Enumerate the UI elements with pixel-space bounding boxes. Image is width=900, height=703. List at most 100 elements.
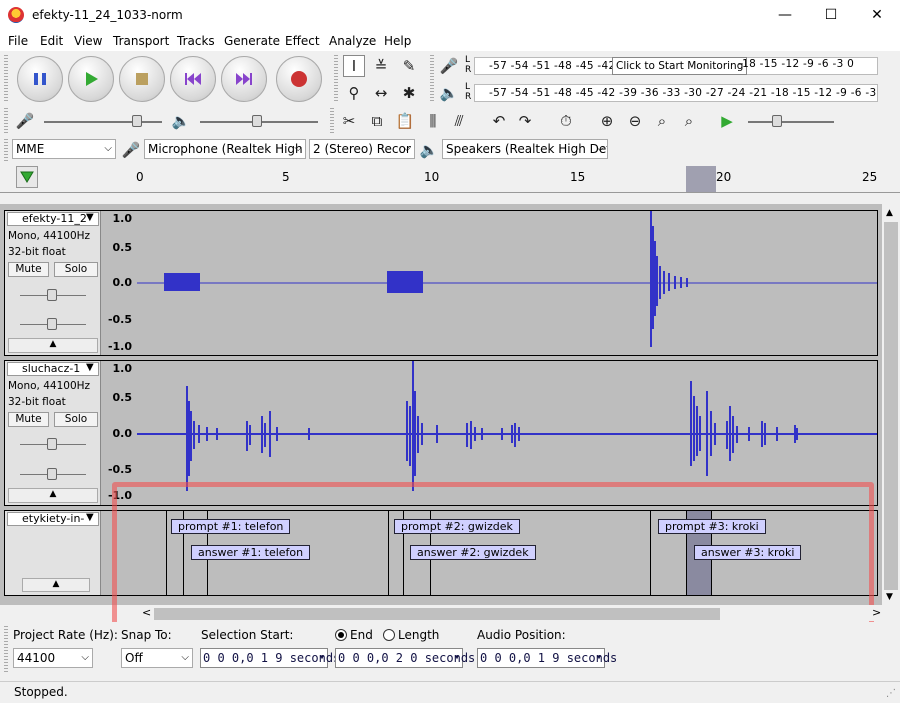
recording-device-select[interactable]: Microphone (Realtek High ⌵ bbox=[144, 139, 306, 159]
snap-to-select[interactable]: Off ⌵ bbox=[121, 648, 193, 668]
copy-icon[interactable]: ⧉ bbox=[366, 110, 388, 132]
menu-analyze[interactable]: Analyze bbox=[329, 34, 376, 48]
speaker-volume-icon: 🔈 bbox=[171, 112, 191, 130]
channels-select[interactable]: 2 (Stereo) Recor ⌵ bbox=[309, 139, 415, 159]
record-volume-thumb[interactable] bbox=[132, 115, 142, 127]
close-button[interactable]: ✕ bbox=[854, 0, 900, 31]
play-speed-slider[interactable] bbox=[748, 121, 834, 123]
selection-start-field[interactable]: 0 0 0,0 1 9 seconds ▾ bbox=[200, 648, 340, 668]
meter-grip[interactable] bbox=[430, 55, 434, 103]
meter-r: R bbox=[465, 65, 472, 75]
track-2-solo-button[interactable]: Solo bbox=[54, 412, 98, 427]
end-radio[interactable] bbox=[335, 629, 347, 641]
play-at-speed-icon[interactable]: ▶ bbox=[716, 110, 738, 132]
audio-host-select[interactable]: MME ⌵ bbox=[12, 139, 116, 159]
mixer-grip[interactable] bbox=[4, 108, 8, 134]
scroll-up-icon[interactable]: ▲ bbox=[886, 208, 893, 218]
menu-effect[interactable]: Effect bbox=[285, 34, 320, 48]
track-1-gain-thumb[interactable] bbox=[47, 289, 57, 301]
label-track-collapse-button[interactable]: ▲ bbox=[22, 578, 90, 592]
pause-button[interactable] bbox=[17, 56, 63, 102]
menu-transport[interactable]: Transport bbox=[113, 34, 169, 48]
record-meter-scale-right: -18 -15 -12 -9 -6 -3 0 bbox=[738, 58, 855, 70]
fit-project-icon[interactable]: ⌕ bbox=[678, 110, 700, 132]
trim-icon[interactable]: ⫼ bbox=[422, 110, 444, 132]
device-grip[interactable] bbox=[4, 139, 8, 161]
scroll-left-icon[interactable]: < bbox=[142, 606, 151, 619]
track-1-mute-button[interactable]: Mute bbox=[8, 262, 49, 277]
playback-meter[interactable]: -57 -54 -51 -48 -45 -42 -39 -36 -33 -30 … bbox=[474, 84, 878, 102]
sync-lock-icon[interactable]: ⏱ bbox=[555, 110, 577, 132]
audacity-logo-icon bbox=[8, 7, 24, 23]
monitor-tooltip[interactable]: Click to Start Monitoring bbox=[612, 57, 748, 75]
zoom-out-icon[interactable]: ⊖ bbox=[624, 110, 646, 132]
project-rate-select[interactable]: 44100 ⌵ bbox=[13, 648, 93, 668]
timeline-ruler[interactable] bbox=[0, 163, 900, 193]
silence-icon[interactable]: ⫻ bbox=[448, 110, 470, 132]
horizontal-scroll-thumb[interactable] bbox=[154, 608, 720, 620]
scroll-right-icon[interactable]: > bbox=[872, 606, 881, 619]
track-2-menu-arrow-icon[interactable]: ▼ bbox=[86, 362, 94, 373]
track-2-pan-thumb[interactable] bbox=[47, 468, 57, 480]
play-speed-thumb[interactable] bbox=[772, 115, 782, 127]
tools-grip[interactable] bbox=[334, 55, 338, 103]
menu-generate[interactable]: Generate bbox=[224, 34, 280, 48]
timeline-options-button[interactable] bbox=[16, 166, 38, 188]
playback-device-select[interactable]: Speakers (Realtek High Def ⌵ bbox=[442, 139, 608, 159]
zoom-in-icon[interactable]: ⊕ bbox=[596, 110, 618, 132]
status-bar bbox=[0, 681, 900, 703]
menu-help[interactable]: Help bbox=[384, 34, 411, 48]
selection-end-field[interactable]: 0 0 0,0 2 0 seconds ▾ bbox=[335, 648, 475, 668]
toolbar-grip[interactable] bbox=[4, 55, 8, 103]
maximize-button[interactable]: ☐ bbox=[808, 0, 854, 31]
cut-icon[interactable]: ✂ bbox=[338, 110, 360, 132]
playback-volume-thumb[interactable] bbox=[252, 115, 262, 127]
skip-to-start-button[interactable] bbox=[170, 56, 216, 102]
ruler-tick-20: 20 bbox=[716, 170, 732, 184]
multi-tool-icon[interactable]: ✱ bbox=[398, 82, 420, 104]
audio-position-field[interactable]: 0 0 0,0 1 9 seconds ▾ bbox=[477, 648, 617, 668]
track-1-pan-thumb[interactable] bbox=[47, 318, 57, 330]
draw-tool-icon[interactable]: ✎ bbox=[398, 55, 420, 77]
menu-view[interactable]: View bbox=[74, 34, 102, 48]
undo-icon[interactable]: ↶ bbox=[488, 110, 510, 132]
record-button[interactable] bbox=[276, 56, 322, 102]
resize-grip-icon[interactable]: ⋰ bbox=[886, 688, 896, 699]
track-1-info-format: 32-bit float bbox=[8, 246, 66, 258]
track-1-collapse-button[interactable]: ▲ bbox=[8, 338, 98, 353]
length-radio-label: Length bbox=[398, 628, 440, 642]
record-volume-slider[interactable] bbox=[44, 121, 162, 123]
track-2-mute-button[interactable]: Mute bbox=[8, 412, 49, 427]
selection-tool-icon[interactable]: I bbox=[343, 55, 365, 77]
length-radio[interactable] bbox=[383, 629, 395, 641]
menu-file[interactable]: File bbox=[8, 34, 28, 48]
minimize-button[interactable]: — bbox=[762, 0, 808, 31]
paste-icon[interactable]: 📋 bbox=[394, 110, 416, 132]
zoom-tool-icon[interactable]: ⚲ bbox=[343, 82, 365, 104]
track-1-solo-button[interactable]: Solo bbox=[54, 262, 98, 277]
envelope-tool-icon[interactable]: ≚ bbox=[370, 55, 392, 77]
record-meter-mic-icon[interactable]: 🎤 bbox=[438, 55, 460, 77]
redo-icon[interactable]: ↷ bbox=[514, 110, 536, 132]
skip-to-end-button[interactable] bbox=[221, 56, 267, 102]
menu-tracks[interactable]: Tracks bbox=[177, 34, 215, 48]
play-meter-speaker-icon[interactable]: 🔈 bbox=[438, 82, 460, 104]
menu-edit[interactable]: Edit bbox=[40, 34, 63, 48]
selection-marker[interactable] bbox=[686, 166, 716, 192]
label-track-menu-arrow-icon[interactable]: ▼ bbox=[86, 512, 94, 523]
timeshift-tool-icon[interactable]: ↔ bbox=[370, 82, 392, 104]
play-meter-scale: -57 -54 -51 -48 -45 -42 -39 -36 -33 -30 … bbox=[489, 87, 878, 99]
stop-button[interactable] bbox=[119, 56, 165, 102]
track-2-gain-thumb[interactable] bbox=[47, 438, 57, 450]
track-2-collapse-button[interactable]: ▲ bbox=[8, 488, 98, 503]
selection-grip[interactable] bbox=[4, 626, 8, 674]
scroll-down-icon[interactable]: ▼ bbox=[886, 592, 893, 602]
play-button[interactable] bbox=[68, 56, 114, 102]
edit-grip[interactable] bbox=[330, 108, 334, 134]
mic-volume-icon: 🎤 bbox=[15, 112, 35, 130]
track-1-menu-arrow-icon[interactable]: ▼ bbox=[86, 212, 94, 223]
selection-start-label: Selection Start: bbox=[201, 628, 294, 642]
track-1-waveform[interactable] bbox=[137, 211, 877, 355]
vertical-scroll-thumb[interactable] bbox=[884, 222, 898, 590]
fit-selection-icon[interactable]: ⌕ bbox=[651, 110, 673, 132]
